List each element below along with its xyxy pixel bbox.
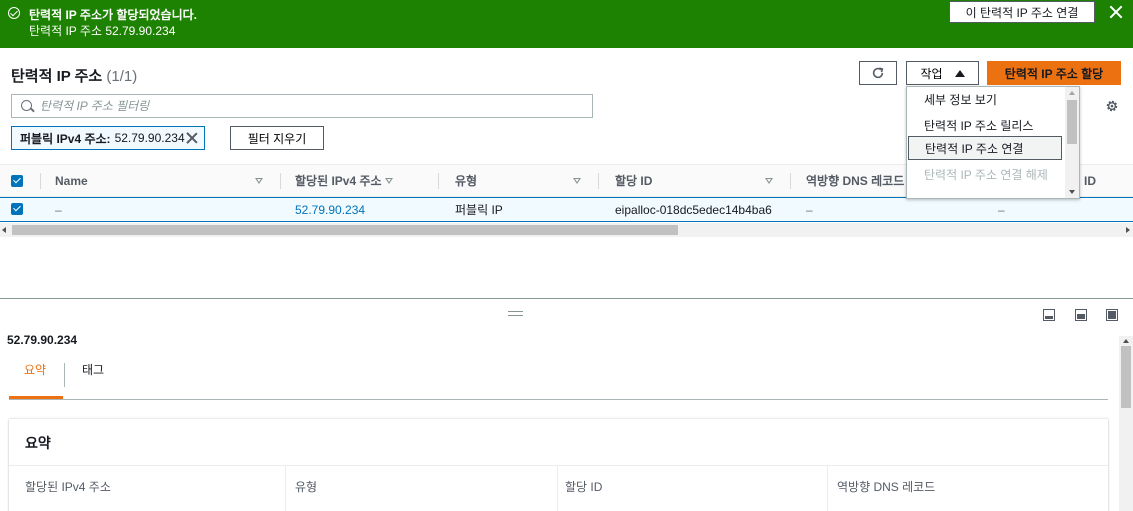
detail-title: 52.79.90.234 (7, 333, 78, 347)
column-header-type[interactable]: 유형 (455, 165, 590, 196)
gear-icon[interactable] (1105, 99, 1119, 113)
filter-token-label: 퍼블릭 IPv4 주소: (20, 131, 111, 146)
scroll-left-icon[interactable] (2, 227, 6, 233)
drag-handle-icon[interactable] (508, 311, 523, 316)
tab-tags[interactable]: 태그 (82, 361, 104, 378)
filter-token-value: 52.79.90.234 (114, 131, 185, 145)
tabs-divider (9, 399, 1108, 400)
page-title: 탄력적 IP 주소 (1/1) (11, 65, 137, 86)
row-checkbox[interactable] (11, 203, 23, 215)
menu-scrollbar[interactable] (1065, 87, 1079, 198)
filter-token: 퍼블릭 IPv4 주소: 52.79.90.234 (11, 126, 205, 150)
actions-dropdown-button[interactable]: 작업 (906, 61, 979, 85)
scrollbar-thumb[interactable] (1067, 100, 1077, 144)
select-all-checkbox[interactable] (11, 175, 23, 187)
cell-name: – (55, 202, 62, 217)
horizontal-scrollbar[interactable] (0, 223, 1133, 237)
field-divider (827, 466, 828, 511)
field-divider (557, 466, 558, 511)
search-box (11, 94, 593, 118)
sort-icon (573, 178, 581, 184)
summary-title: 요약 (25, 435, 51, 451)
check-circle-icon (8, 7, 20, 19)
refresh-button[interactable] (859, 61, 897, 85)
column-header-name[interactable]: Name (55, 165, 270, 196)
tab-summary[interactable]: 요약 (24, 361, 46, 378)
success-flash-banner: 탄력적 IP 주소가 할당되었습니다. 탄력적 IP 주소 52.79.90.2… (0, 0, 1133, 48)
scroll-up-icon[interactable] (1123, 339, 1129, 343)
associate-eip-button[interactable]: 이 탄력적 IP 주소 연결 (949, 1, 1095, 23)
caret-up-icon (954, 69, 965, 77)
column-divider (790, 173, 791, 189)
sort-icon (255, 178, 263, 184)
cell-reverse-dns: – (806, 202, 813, 217)
sort-icon (385, 178, 393, 184)
search-icon (21, 100, 32, 111)
column-header-id[interactable]: ID (1084, 165, 1114, 196)
search-input[interactable] (40, 95, 580, 117)
cell-allocation-id: eipalloc-018dc5edec14b4ba6 (615, 202, 772, 217)
column-divider (598, 173, 599, 189)
scrollbar-thumb[interactable] (1121, 346, 1131, 408)
field-label-reverse-dns: 역방향 DNS 레코드 (837, 480, 936, 494)
tab-separator (64, 363, 65, 387)
split-divider (0, 298, 1133, 299)
cell-ipv4-link[interactable]: 52.79.90.234 (295, 198, 365, 221)
sort-icon (765, 178, 773, 184)
cell-type: 퍼블릭 IP (455, 203, 503, 217)
summary-card: 요약 할당된 IPv4 주소 유형 할당 ID 역방향 DNS 레코드 (9, 418, 1108, 511)
vertical-scrollbar[interactable] (1119, 336, 1133, 511)
actions-label: 작업 (920, 66, 943, 81)
menu-item-release-eip[interactable]: 탄력적 IP 주소 릴리스 (907, 117, 1065, 134)
menu-item-associate-eip[interactable]: 탄력적 IP 주소 연결 (908, 136, 1062, 160)
scrollbar-thumb[interactable] (12, 225, 678, 235)
allocate-eip-button[interactable]: 탄력적 IP 주소 할당 (987, 61, 1121, 85)
flash-title: 탄력적 IP 주소가 할당되었습니다. (29, 8, 197, 22)
detail-panel: 52.79.90.234 요약 태그 요약 할당된 IPv4 주소 유형 할당 … (0, 299, 1133, 511)
menu-item-disassociate-eip[interactable]: 탄력적 IP 주소 연결 해제 (907, 167, 1053, 183)
cell-id: – (998, 202, 1005, 217)
actions-menu: 세부 정보 보기 탄력적 IP 주소 릴리스 탄력적 IP 주소 연결 탄력적 … (906, 86, 1080, 199)
flash-message: 탄력적 IP 주소 52.79.90.234 (29, 24, 176, 38)
column-header-reverse-dns[interactable]: 역방향 DNS 레코드 (806, 165, 906, 196)
field-label-type: 유형 (295, 480, 318, 494)
scroll-up-icon[interactable] (1069, 91, 1075, 95)
card-divider (9, 465, 1108, 466)
scroll-right-icon[interactable] (1126, 227, 1130, 233)
eip-list-panel: 탄력적 IP 주소 (1/1) 작업 탄력적 IP 주소 할당 퍼블릭 IPv4… (0, 48, 1133, 298)
panel-medium-icon[interactable] (1075, 309, 1087, 321)
field-label-ipv4: 할당된 IPv4 주소 (25, 480, 111, 494)
remove-filter-icon[interactable] (186, 132, 198, 144)
column-divider (40, 173, 41, 189)
column-divider (438, 173, 439, 189)
panel-full-icon[interactable] (1106, 309, 1118, 321)
refresh-icon (872, 67, 884, 79)
table-row[interactable]: – 52.79.90.234 퍼블릭 IP eipalloc-018dc5ede… (0, 197, 1133, 222)
close-icon[interactable] (1108, 4, 1124, 20)
menu-item-view-details[interactable]: 세부 정보 보기 (907, 91, 1065, 108)
panel-small-icon[interactable] (1043, 309, 1055, 321)
clear-filters-button[interactable]: 필터 지우기 (230, 126, 324, 150)
page-title-text: 탄력적 IP 주소 (11, 68, 103, 85)
column-header-ipv4[interactable]: 할당된 IPv4 주소 (295, 165, 415, 196)
scroll-down-icon[interactable] (1069, 190, 1075, 194)
field-label-allocation-id: 할당 ID (565, 480, 603, 494)
field-divider (285, 466, 286, 511)
column-divider (280, 173, 281, 189)
selection-count: (1/1) (106, 68, 138, 85)
column-header-allocation-id[interactable]: 할당 ID (615, 165, 780, 196)
